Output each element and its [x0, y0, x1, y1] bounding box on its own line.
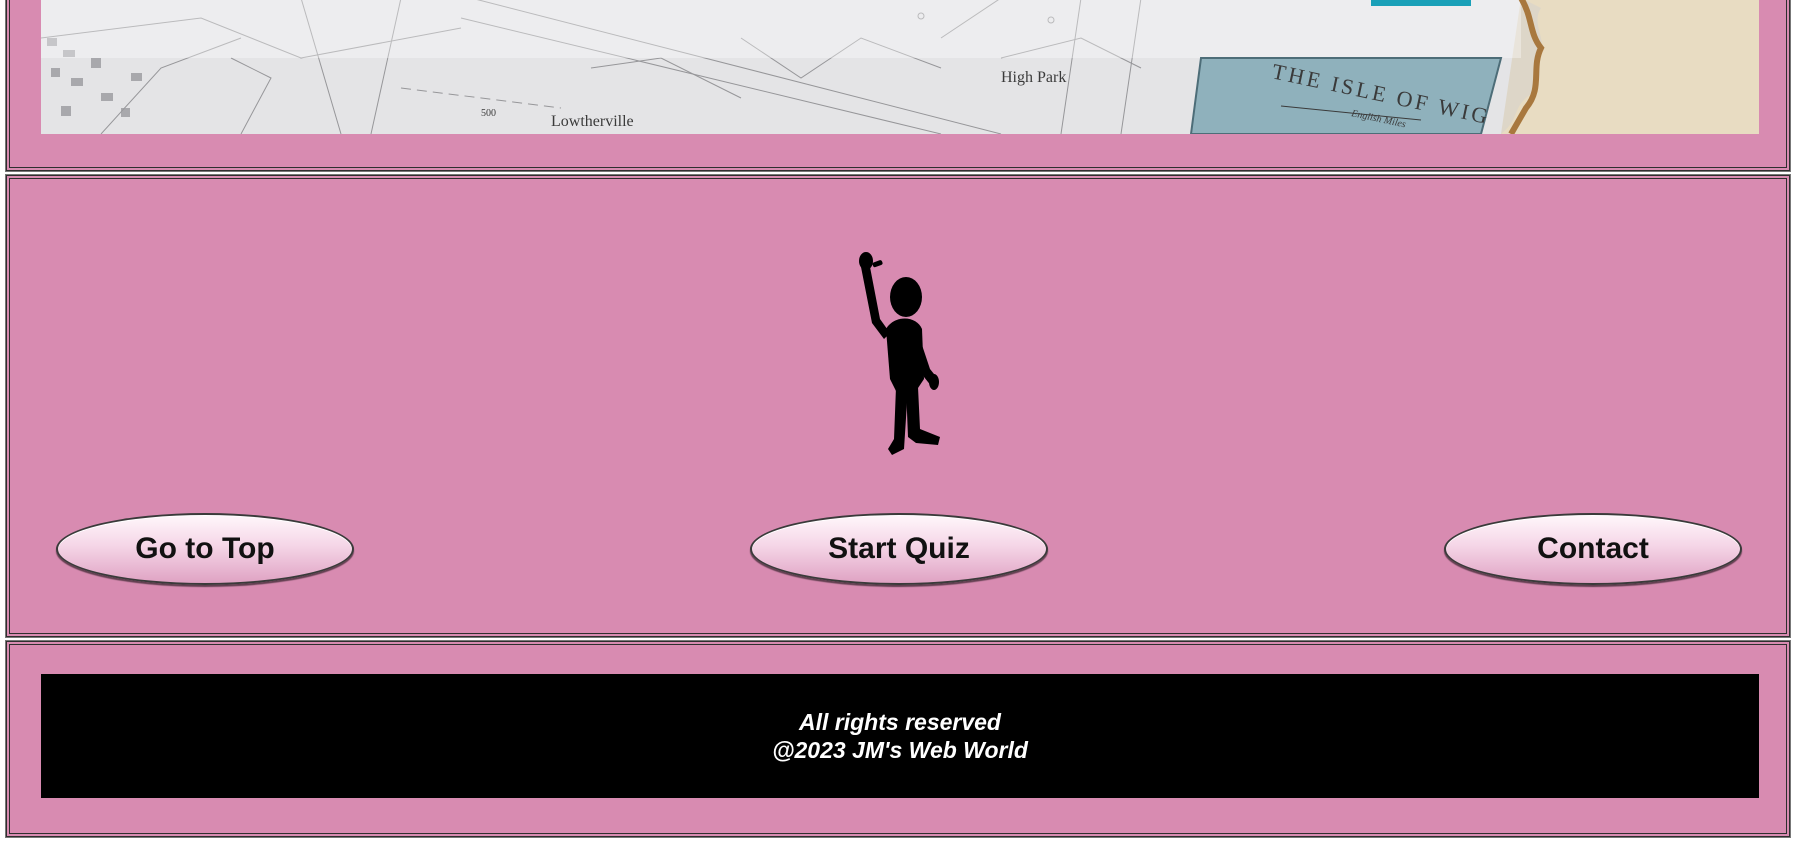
contact-button[interactable]: Contact — [1444, 513, 1742, 585]
go-to-top-button[interactable]: Go to Top — [56, 513, 354, 585]
start-quiz-button[interactable]: Start Quiz — [750, 513, 1048, 585]
footer-copyright-text: @2023 JM's Web World — [772, 737, 1028, 763]
navigation-section: Go to Top Start Quiz Contact — [5, 174, 1791, 638]
footer-section: All rights reserved @2023 JM's Web World — [5, 640, 1791, 838]
waving-figure-icon — [846, 249, 956, 464]
map-label-high-park: High Park — [1001, 69, 1066, 86]
footer: All rights reserved @2023 JM's Web World — [41, 674, 1759, 798]
map-label-lowtherville: Lowtherville — [551, 113, 634, 130]
map-label-scale: 500 — [481, 108, 496, 119]
hero-section: High Park Lowtherville THE ISLE OF WIG E… — [5, 0, 1791, 172]
footer-rights-text: All rights reserved — [799, 709, 1001, 735]
page: High Park Lowtherville THE ISLE OF WIG E… — [0, 0, 1798, 841]
map-banner-image: High Park Lowtherville THE ISLE OF WIG E… — [41, 0, 1759, 134]
